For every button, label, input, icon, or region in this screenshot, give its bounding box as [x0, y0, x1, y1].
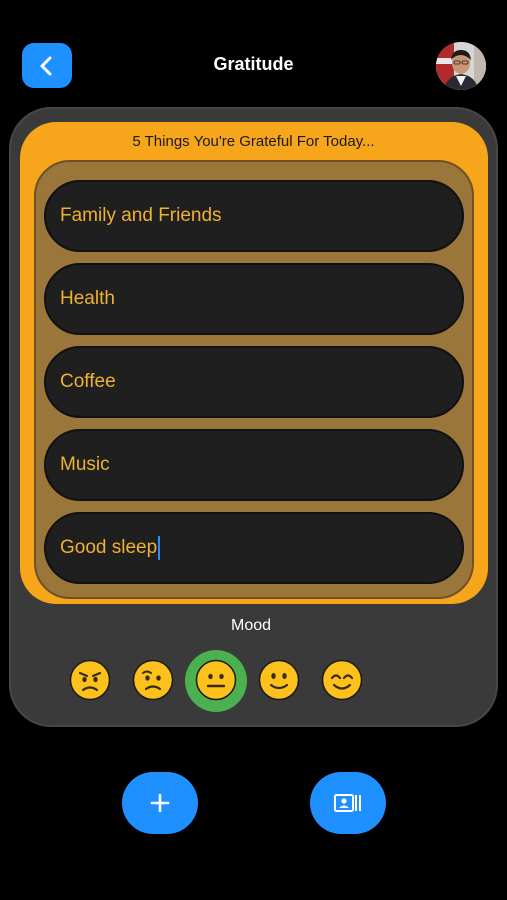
mood-label: Mood [230, 617, 272, 634]
mood-option-angry[interactable] [69, 659, 111, 701]
mood-option-slight-smile[interactable] [258, 659, 300, 701]
page-title: Gratitude [213, 54, 294, 74]
gratitude-entry-text: Coffee [60, 371, 116, 392]
user-avatar-icon [436, 42, 486, 90]
gratitude-entry-5[interactable]: Good sleep [44, 512, 464, 584]
entries-gallery-button[interactable] [310, 772, 386, 834]
plus-icon [150, 793, 170, 813]
gratitude-entry-3[interactable]: Coffee [44, 346, 464, 418]
gratitude-entry-text: Good sleep [60, 537, 158, 558]
smiling-face-icon [321, 659, 363, 701]
contact-card-icon [334, 794, 361, 812]
angry-face-icon [69, 659, 111, 701]
text-cursor [158, 536, 161, 560]
gratitude-heading: 5 Things You're Grateful For Today... [132, 133, 375, 150]
gratitude-entry-text: Health [60, 288, 115, 309]
neutral-face-icon [195, 659, 237, 701]
add-button[interactable] [122, 772, 198, 834]
gratitude-entry-2[interactable]: Health [44, 263, 464, 335]
mood-option-neutral[interactable] [195, 659, 237, 701]
slight-smile-face-icon [258, 659, 300, 701]
gratitude-entry-text: Family and Friends [60, 205, 222, 226]
mood-option-smiling[interactable] [321, 659, 363, 701]
gratitude-entry-text: Music [60, 454, 110, 475]
gratitude-entry-4[interactable]: Music [44, 429, 464, 501]
confused-face-icon [132, 659, 174, 701]
avatar[interactable] [436, 42, 486, 90]
mood-option-confused[interactable] [132, 659, 174, 701]
gratitude-entry-1[interactable]: Family and Friends [44, 180, 464, 252]
